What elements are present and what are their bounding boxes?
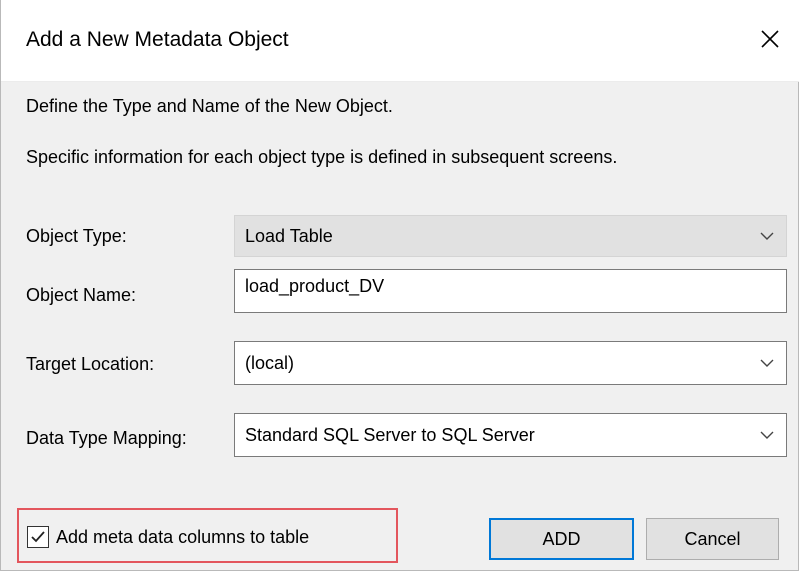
- intro-line-2: Specific information for each object typ…: [26, 147, 618, 167]
- target-location-value: (local): [245, 352, 295, 373]
- data-type-mapping-label: Data Type Mapping:: [26, 428, 187, 448]
- add-button[interactable]: ADD: [489, 518, 634, 560]
- checkmark-icon: [31, 531, 45, 543]
- dialog-title: Add a New Metadata Object: [26, 28, 289, 51]
- data-type-mapping-select[interactable]: Standard SQL Server to SQL Server: [234, 413, 787, 457]
- close-icon: [761, 30, 779, 48]
- target-location-select[interactable]: (local): [234, 341, 787, 385]
- object-name-input[interactable]: load_product_DV: [234, 269, 787, 313]
- add-metadata-object-dialog: Add a New Metadata Object Define the Typ…: [0, 0, 799, 571]
- intro-line-1: Define the Type and Name of the New Obje…: [26, 96, 393, 116]
- chevron-down-icon: [760, 231, 774, 241]
- data-type-mapping-value: Standard SQL Server to SQL Server: [245, 424, 535, 445]
- object-name-value: load_product_DV: [245, 275, 385, 296]
- close-button[interactable]: [753, 22, 787, 56]
- object-type-value: Load Table: [245, 225, 333, 246]
- object-type-label: Object Type:: [26, 226, 127, 246]
- target-location-label: Target Location:: [26, 354, 155, 374]
- chevron-down-icon: [760, 358, 774, 368]
- object-name-label: Object Name:: [26, 285, 137, 305]
- title-bar: Add a New Metadata Object: [1, 0, 799, 82]
- add-meta-columns-label[interactable]: Add meta data columns to table: [56, 527, 309, 548]
- object-type-select[interactable]: Load Table: [234, 215, 787, 257]
- chevron-down-icon: [760, 430, 774, 440]
- cancel-button[interactable]: Cancel: [646, 518, 779, 560]
- add-meta-columns-checkbox[interactable]: [27, 526, 49, 548]
